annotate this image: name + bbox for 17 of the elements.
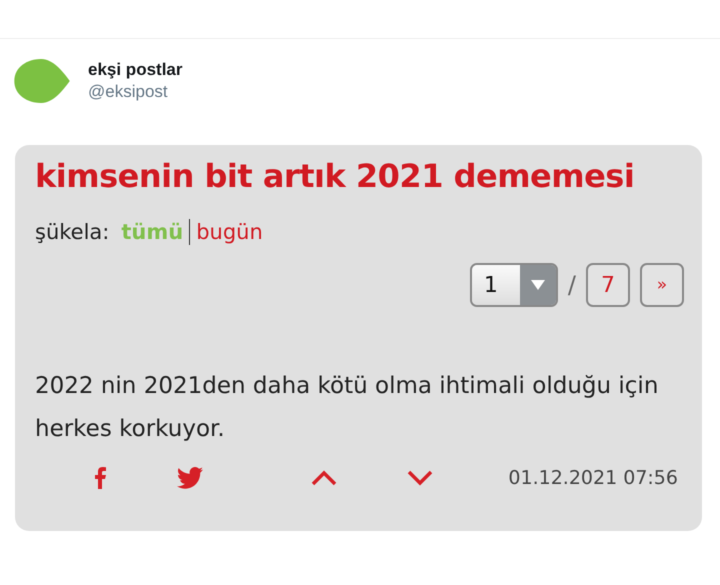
dropdown-icon bbox=[530, 280, 545, 290]
downvote-icon[interactable] bbox=[407, 470, 433, 486]
leaf-icon bbox=[14, 59, 72, 103]
entry-text: 2022 nin 2021den daha kötü olma ihtimali olduğu için herkes korkuyor. bbox=[35, 372, 660, 444]
bird-icon[interactable] bbox=[177, 467, 203, 489]
entry-date[interactable]: 01.12.2021 07:56 bbox=[508, 467, 678, 489]
facebook-icon[interactable] bbox=[95, 467, 107, 489]
page-select[interactable]: 1 bbox=[470, 263, 558, 307]
upvote-icon[interactable] bbox=[311, 470, 337, 486]
page-separator: / bbox=[568, 271, 576, 299]
filter-label: şükela: bbox=[35, 220, 110, 244]
last-page-button[interactable]: 7 bbox=[586, 263, 630, 307]
next-page-button[interactable]: » bbox=[640, 263, 684, 307]
entry-title[interactable]: kimsenin bit artık 2021 dememesi bbox=[35, 157, 684, 195]
filter-link[interactable]: bugün bbox=[196, 220, 263, 244]
author-name[interactable]: ekşi postlar bbox=[88, 60, 182, 80]
author-handle[interactable]: @eksipost bbox=[88, 82, 182, 102]
